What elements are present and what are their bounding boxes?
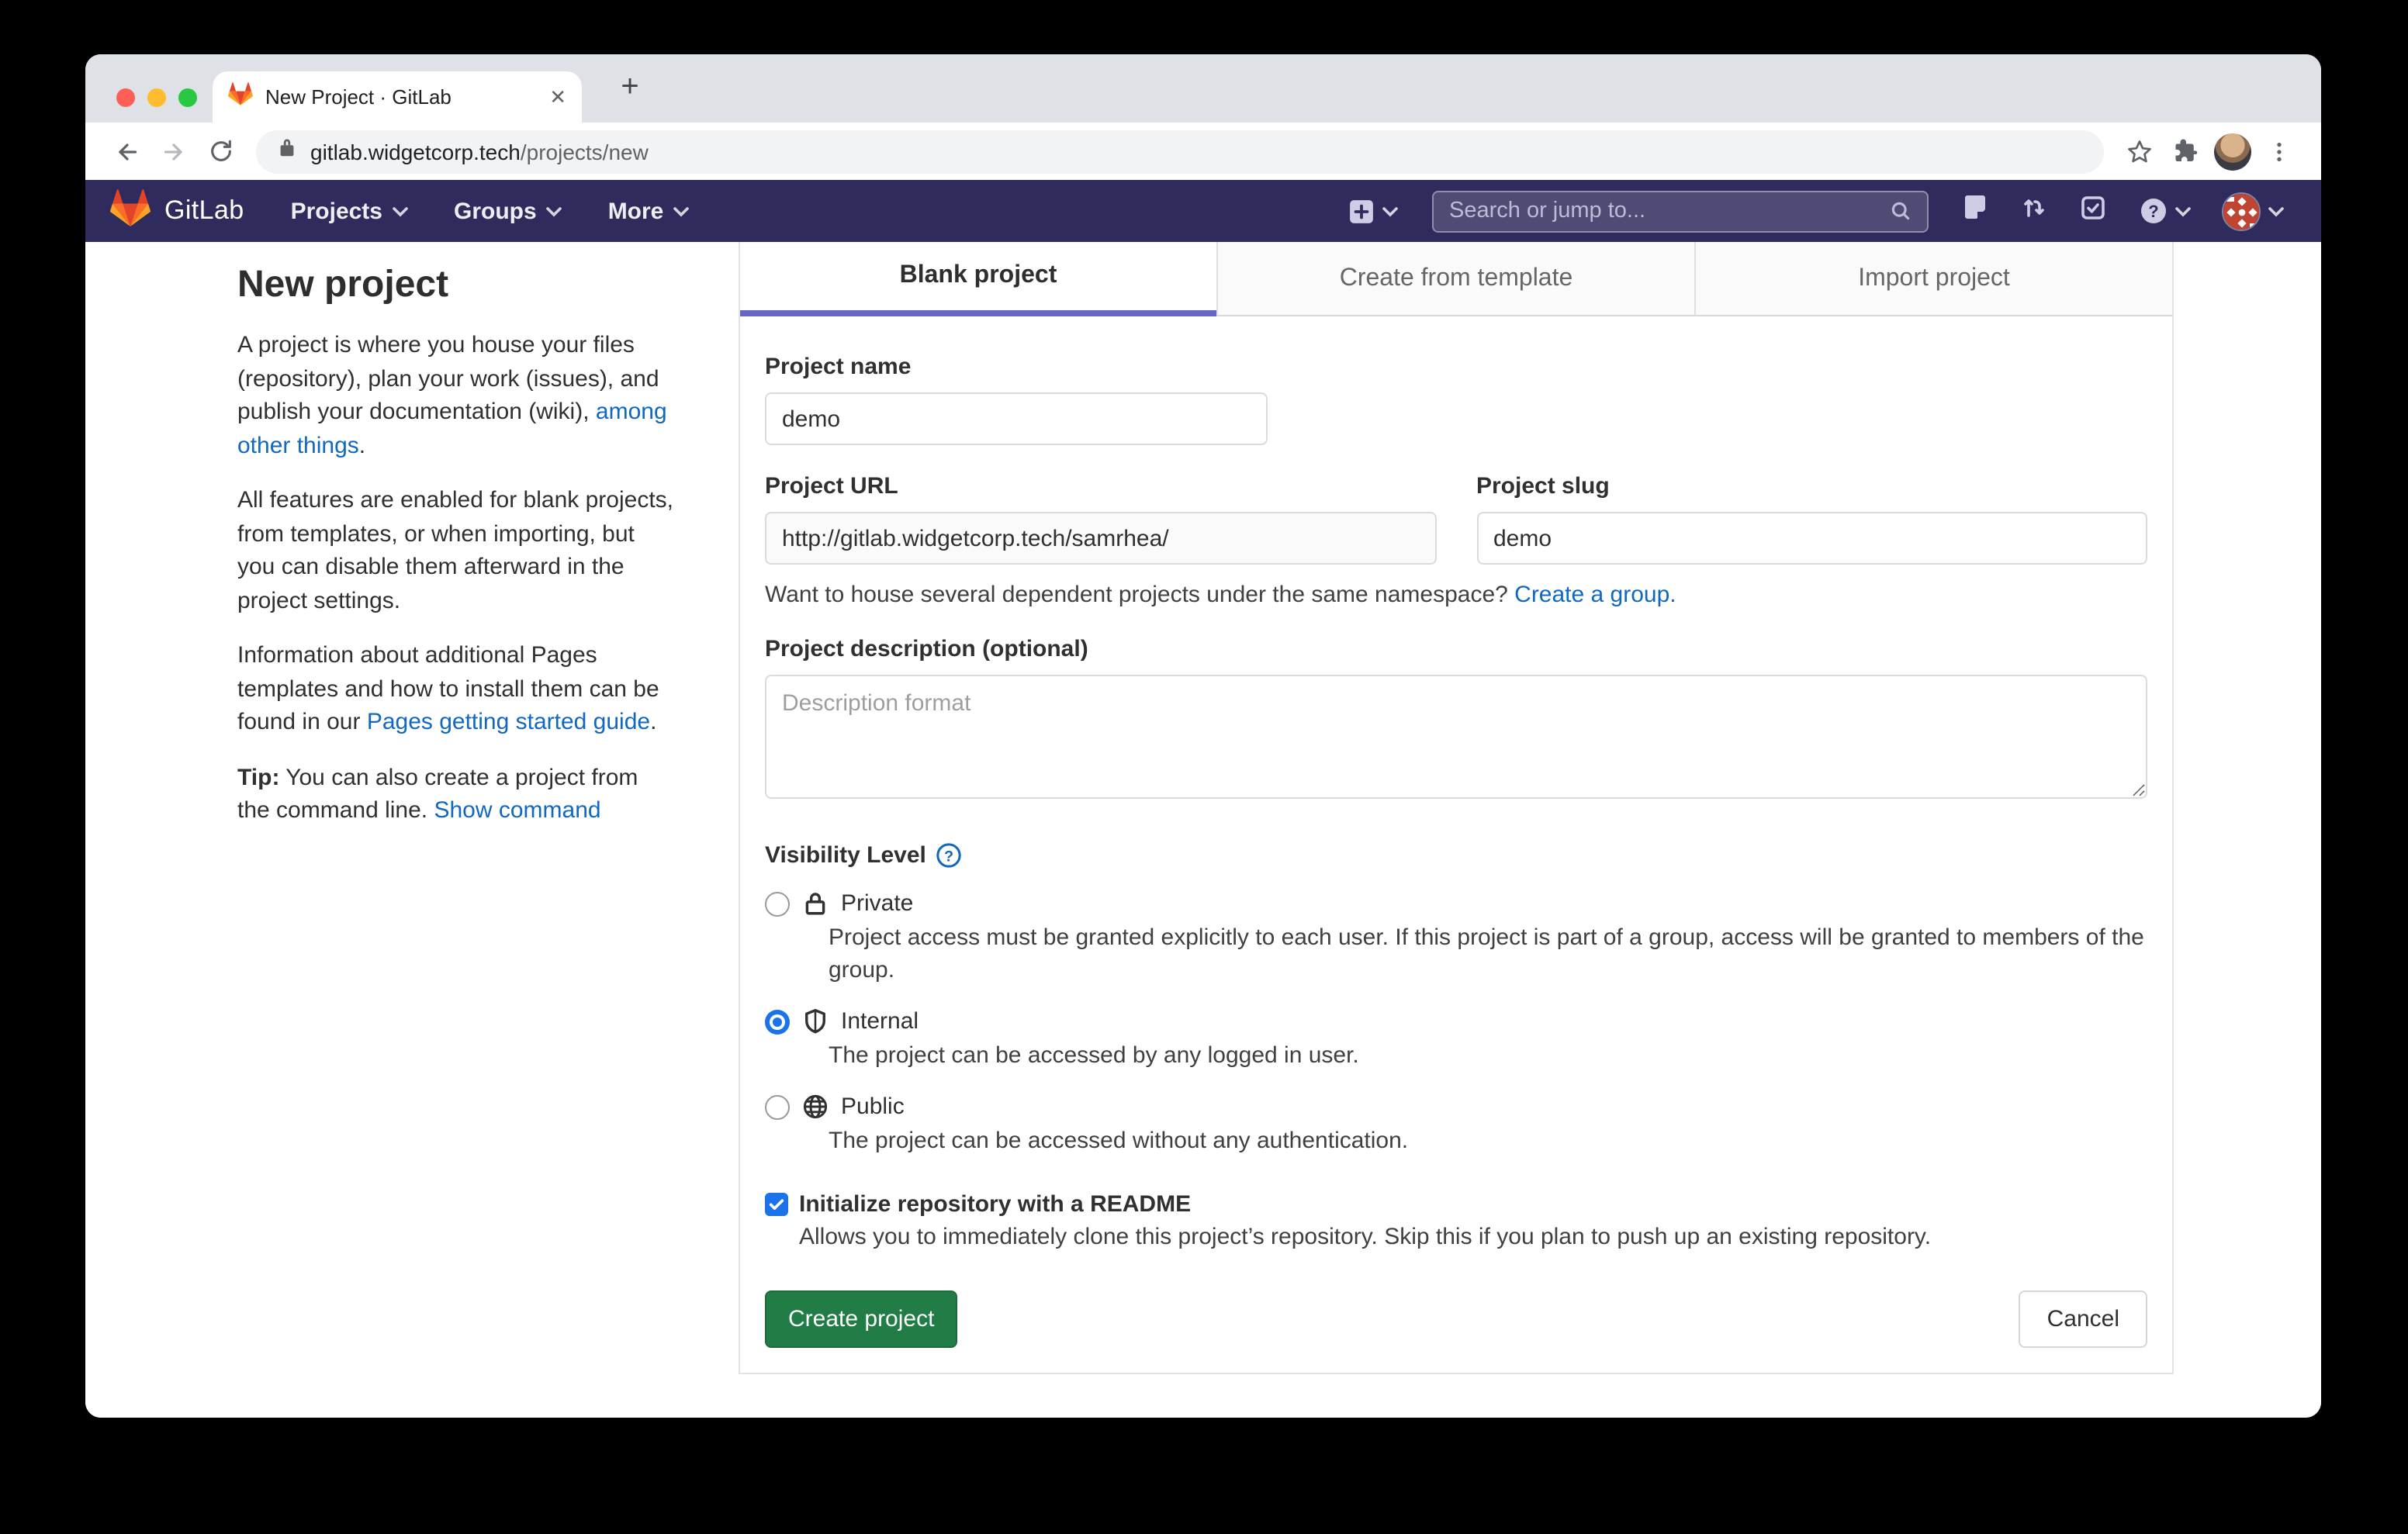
issues-icon[interactable] <box>1963 194 1988 228</box>
create-a-group-link[interactable]: Create a group. <box>1514 582 1676 608</box>
shield-icon <box>802 1008 829 1035</box>
nav-menu-groups[interactable]: Groups <box>454 198 562 224</box>
search-placeholder: Search or jump to... <box>1449 199 1890 223</box>
chevron-down-icon <box>392 206 407 216</box>
nav-menu-projects[interactable]: Projects <box>291 198 407 224</box>
visibility-option-internal: Internal The project can be accessed by … <box>765 1008 2147 1072</box>
project-description-label: Project description (optional) <box>765 636 2147 662</box>
help-menu[interactable]: ? <box>2140 197 2191 225</box>
project-type-tabs: Blank project Create from template Impor… <box>740 242 2172 316</box>
project-slug-input[interactable] <box>1476 512 2147 565</box>
back-icon[interactable] <box>104 128 150 174</box>
form-actions: Create project Cancel <box>765 1290 2147 1348</box>
project-name-input[interactable] <box>765 392 1268 445</box>
gitlab-navbar: GitLab Projects Groups More Searc <box>85 180 2321 242</box>
visibility-level-label: Visibility Level <box>765 842 926 869</box>
new-tab-button[interactable]: + <box>610 67 650 107</box>
browser-toolbar: gitlab.widgetcorp.tech/projects/new <box>85 123 2321 180</box>
address-bar[interactable]: gitlab.widgetcorp.tech/projects/new <box>256 130 2104 173</box>
private-radio[interactable] <box>765 891 790 916</box>
readme-checkbox-row: Initialize repository with a README <box>765 1191 2147 1218</box>
chevron-down-icon <box>2268 206 2284 216</box>
chevron-down-icon <box>546 206 562 216</box>
globe-icon <box>802 1093 829 1120</box>
sidebar-tip: Tip: You can also create a project from … <box>237 761 676 827</box>
nav-menu-more[interactable]: More <box>608 198 689 224</box>
visibility-option-private: Private Project access must be granted e… <box>765 890 2147 986</box>
project-name-label: Project name <box>765 354 2147 380</box>
sidebar-paragraph: All features are enabled for blank proje… <box>237 484 676 617</box>
readme-description: Allows you to immediately clone this pro… <box>799 1224 2147 1250</box>
lock-icon <box>278 136 296 166</box>
screen: New Project · GitLab ✕ + gitlab.widgetco… <box>0 0 2408 1534</box>
create-project-button[interactable]: Create project <box>765 1290 957 1348</box>
cancel-button[interactable]: Cancel <box>2019 1290 2147 1348</box>
zoom-window-button[interactable] <box>178 88 197 107</box>
reload-icon[interactable] <box>197 128 244 174</box>
tab-create-from-template[interactable]: Create from template <box>1216 242 1694 316</box>
bookmark-star-icon[interactable] <box>2116 128 2163 174</box>
visibility-help-icon[interactable]: ? <box>936 842 962 869</box>
project-url-label: Project URL <box>765 473 1436 499</box>
gitlab-logo-icon <box>110 188 150 233</box>
forward-icon[interactable] <box>150 128 197 174</box>
browser-tab-strip: New Project · GitLab ✕ + <box>85 54 2321 123</box>
check-icon <box>768 1196 785 1213</box>
browser-profile-avatar[interactable] <box>2209 128 2256 174</box>
chevron-down-icon <box>1382 206 1398 216</box>
readme-label: Initialize repository with a README <box>799 1191 1191 1218</box>
lock-icon <box>802 890 829 917</box>
sidebar-paragraph: A project is where you house your files … <box>237 329 676 462</box>
chevron-down-icon <box>673 206 688 216</box>
project-slug-label: Project slug <box>1476 473 2147 499</box>
public-radio[interactable] <box>765 1094 790 1119</box>
namespace-hint: Want to house several dependent projects… <box>765 582 2147 608</box>
tab-close-icon[interactable]: ✕ <box>549 85 566 109</box>
close-window-button[interactable] <box>116 88 135 107</box>
url-text: gitlab.widgetcorp.tech/projects/new <box>310 139 649 164</box>
merge-request-icon[interactable] <box>2022 194 2046 228</box>
visibility-level-header: Visibility Level ? <box>765 842 2147 869</box>
browser-window: New Project · GitLab ✕ + gitlab.widgetco… <box>85 54 2321 1418</box>
project-description-textarea[interactable] <box>765 675 2147 799</box>
user-avatar[interactable] <box>2222 192 2261 230</box>
navbar-icon-group: ? <box>1963 194 2191 228</box>
svg-text:?: ? <box>944 848 953 865</box>
svg-text:?: ? <box>2148 202 2158 221</box>
browser-menu-kebab-icon[interactable] <box>2256 128 2302 174</box>
new-dropdown-button[interactable] <box>1348 198 1398 224</box>
page-title: New project <box>237 264 676 307</box>
tab-blank-project[interactable]: Blank project <box>740 242 1216 316</box>
project-url-group: Project URL <box>765 473 1436 565</box>
plus-square-icon <box>1348 198 1375 224</box>
chevron-down-icon <box>2175 206 2191 216</box>
extensions-puzzle-icon[interactable] <box>2163 128 2209 174</box>
blank-project-form: Project name Project URL Project slug Wa… <box>740 316 2172 1373</box>
todos-icon[interactable] <box>2081 195 2105 227</box>
help-icon: ? <box>2140 197 2168 225</box>
visibility-option-public: Public The project can be accessed witho… <box>765 1093 2147 1157</box>
page-content: New project A project is where you house… <box>85 242 2321 1418</box>
gitlab-favicon-icon <box>228 81 253 112</box>
sidebar-paragraph: Information about additional Pages templ… <box>237 639 676 739</box>
project-description-group: Project description (optional) <box>765 636 2147 807</box>
readme-checkbox[interactable] <box>765 1193 788 1216</box>
navbar-right-cluster: Search or jump to... ? <box>1348 190 2284 232</box>
pages-guide-link[interactable]: Pages getting started guide <box>367 709 650 735</box>
search-icon <box>1890 200 1912 222</box>
internal-radio[interactable] <box>765 1009 790 1034</box>
tab-import-project[interactable]: Import project <box>1694 242 2172 316</box>
gitlab-wordmark: GitLab <box>164 195 244 226</box>
project-url-input[interactable] <box>765 512 1436 565</box>
show-command-link[interactable]: Show command <box>434 797 600 824</box>
project-slug-group: Project slug <box>1476 473 2147 565</box>
browser-tab[interactable]: New Project · GitLab ✕ <box>213 71 582 123</box>
window-controls <box>116 88 197 107</box>
search-input[interactable]: Search or jump to... <box>1432 190 1929 232</box>
sidebar-description-column: New project A project is where you house… <box>237 242 676 827</box>
minimize-window-button[interactable] <box>147 88 166 107</box>
tab-title: New Project · GitLab <box>265 85 549 109</box>
new-project-panel: Blank project Create from template Impor… <box>739 242 2174 1374</box>
gitlab-home-link[interactable]: GitLab <box>110 188 244 233</box>
